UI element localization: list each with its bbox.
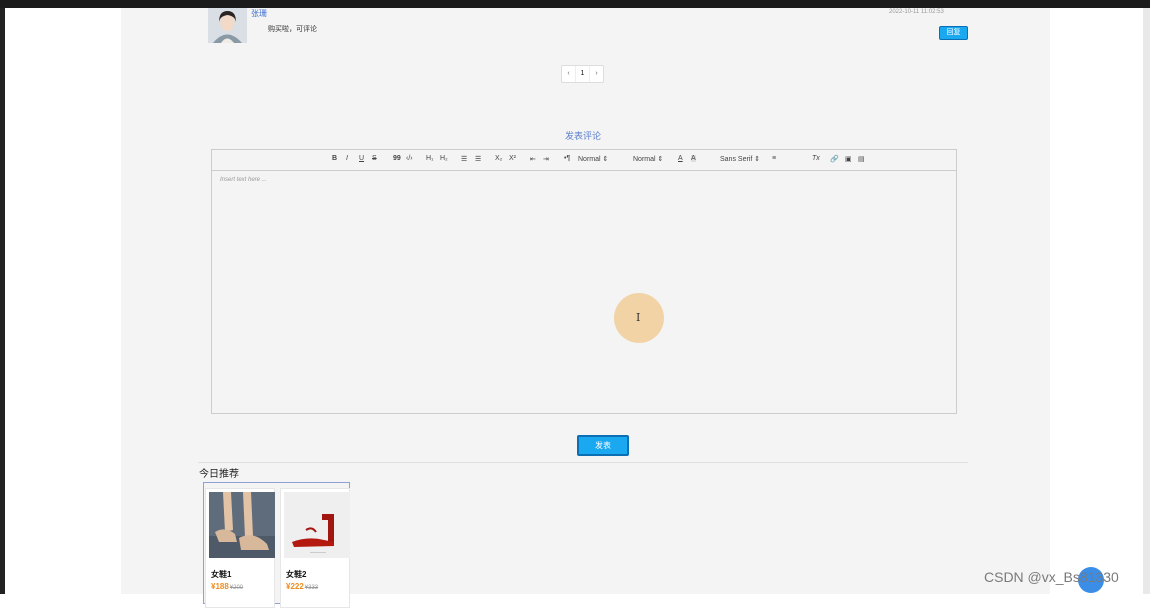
product-name[interactable]: 女鞋1 (211, 569, 231, 580)
comment-content: 购买啦，可评论 (268, 26, 317, 33)
blockquote-button[interactable]: 99 (393, 155, 401, 162)
clean-format-icon[interactable]: Tx (812, 155, 820, 162)
current-price: ¥188 (211, 582, 229, 591)
header-select[interactable]: Normal ⇕ (633, 155, 663, 163)
link-icon[interactable]: 🔗 (830, 155, 839, 163)
original-price: ¥333 (304, 585, 319, 591)
text-direction-icon[interactable]: •¶ (564, 155, 570, 162)
browser-top-bar (0, 0, 1150, 8)
strike-button[interactable]: S (372, 155, 377, 162)
italic-button[interactable]: I (346, 155, 348, 162)
text-color-icon[interactable]: A (678, 155, 683, 162)
product-image[interactable] (209, 492, 275, 558)
subscript-button[interactable]: X₂ (495, 155, 502, 162)
product-card[interactable]: 女鞋1 ¥188¥200 (205, 488, 275, 608)
header2-button[interactable]: H₂ (440, 155, 448, 162)
header1-button[interactable]: H₁ (426, 155, 433, 162)
comment-timestamp: 2022-10-11 11:02:53 (889, 9, 944, 15)
product-image[interactable] (284, 492, 350, 558)
editor-placeholder[interactable]: Insert text here ... (220, 177, 267, 183)
page-number-current[interactable]: 1 (575, 66, 590, 82)
video-icon[interactable]: ▤ (858, 155, 865, 163)
section-divider (198, 462, 968, 463)
recommend-list: 女鞋1 ¥188¥200 女鞋2 ¥222¥333 (203, 482, 350, 608)
reply-button[interactable]: 回复 (939, 26, 968, 40)
indent-icon[interactable]: ⇥ (543, 155, 549, 163)
post-comment-heading: 发表评论 (564, 131, 601, 141)
product-card[interactable]: 女鞋2 ¥222¥333 (280, 488, 350, 608)
recommend-heading: 今日推荐 (199, 469, 239, 480)
superscript-button[interactable]: X² (509, 155, 516, 162)
image-icon[interactable]: ▣ (845, 155, 852, 163)
next-page-button[interactable]: › (590, 66, 603, 82)
underline-button[interactable]: U (359, 155, 364, 162)
pagination: ‹ 1 › (561, 65, 604, 83)
editor-toolbar: B I U S 99 ‹/› H₁ H₂ ☰ ☰ X₂ X² ⇤ ⇥ •¶ No… (212, 150, 956, 171)
product-name[interactable]: 女鞋2 (286, 569, 306, 580)
product-price: ¥222¥333 (286, 582, 318, 591)
current-price: ¥222 (286, 582, 304, 591)
align-icon[interactable]: ≡ (772, 155, 776, 162)
bullet-list-icon[interactable]: ☰ (475, 155, 481, 163)
font-select[interactable]: Sans Serif ⇕ (720, 155, 760, 163)
rich-text-editor[interactable]: B I U S 99 ‹/› H₁ H₂ ☰ ☰ X₂ X² ⇤ ⇥ •¶ No… (211, 149, 957, 414)
window-left-edge (0, 8, 5, 594)
text-cursor-icon: I (636, 311, 641, 324)
bold-button[interactable]: B (332, 155, 337, 162)
window-right-edge (1143, 8, 1150, 594)
submit-comment-button[interactable]: 发表 (577, 435, 629, 456)
ordered-list-icon[interactable]: ☰ (461, 155, 467, 163)
code-block-button[interactable]: ‹/› (406, 155, 413, 162)
background-color-icon[interactable]: A (691, 155, 696, 162)
prev-page-button[interactable]: ‹ (562, 66, 575, 82)
original-price: ¥200 (229, 585, 244, 591)
user-avatar (208, 8, 247, 43)
product-price: ¥188¥200 (211, 582, 243, 591)
outdent-icon[interactable]: ⇤ (530, 155, 536, 163)
csdn-watermark: CSDN @vx_Bs81330 (984, 569, 1119, 585)
comment-username[interactable]: 张珊 (251, 8, 267, 19)
size-select[interactable]: Normal ⇕ (578, 155, 608, 163)
